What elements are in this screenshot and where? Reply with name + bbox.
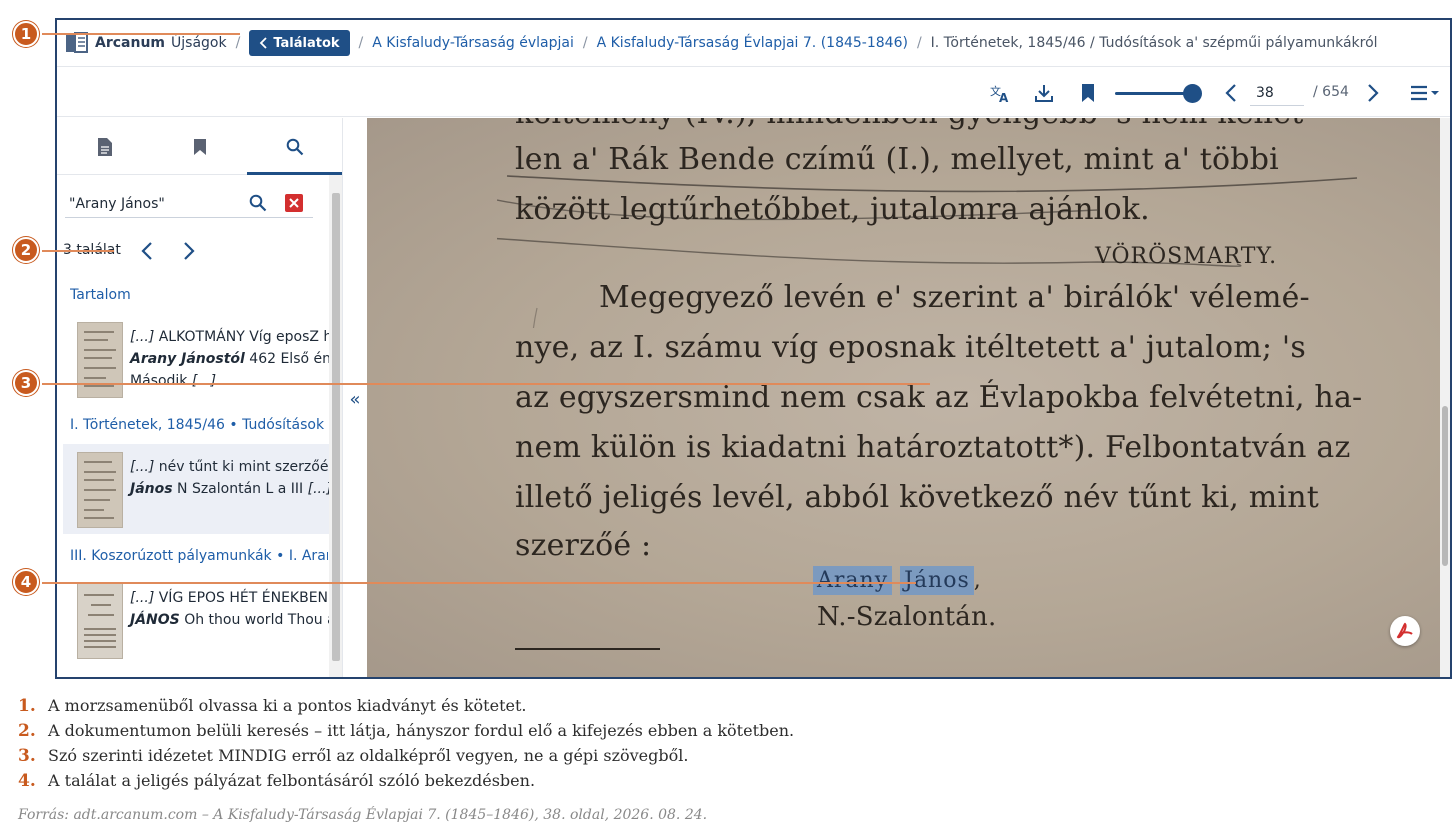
page-image-viewer[interactable]: költemény (IV.), mindenben gyengébb 's n… (367, 118, 1440, 677)
sidebar-tabs (57, 118, 342, 175)
bookmark-icon (193, 138, 206, 155)
chevron-left-icon (260, 37, 267, 49)
source-caption: Forrás: adt.arcanum.com – A Kisfaludy-Tá… (18, 807, 708, 823)
search-hit[interactable]: [...] VÍG EPOS HÉT ÉNEKBEN I JÁNOS Oh th… (63, 575, 329, 665)
page-thumbnail (77, 583, 123, 659)
sidebar-panel: 3 találat Tartalom [...] ALKOTMÁNY Víg e… (57, 118, 343, 677)
document-icon (97, 137, 112, 156)
footnote-rule (515, 648, 660, 650)
zoom-slider-handle[interactable] (1183, 84, 1203, 103)
prev-page-icon[interactable] (1219, 81, 1243, 105)
page-text-line: N.-Szalontán. (817, 602, 997, 632)
viewer-scrollbar[interactable] (1440, 118, 1450, 677)
callout-marker: 4 (13, 569, 39, 595)
callout-leader (42, 582, 916, 584)
menu-icon[interactable] (1407, 81, 1441, 105)
search-highlight: János (900, 566, 974, 595)
collapse-sidebar-button[interactable]: « (343, 118, 367, 677)
hit-snippet: [...] név tűnt ki mint szerzőé János N S… (130, 459, 329, 497)
pdf-icon (1396, 622, 1413, 639)
download-icon[interactable] (1032, 81, 1056, 105)
logo-text-light: Újságok (171, 35, 227, 51)
breadcrumb-separator: / (582, 35, 588, 51)
note-item: 3. Szó szerinti idézetet MINDIG erről az … (18, 746, 689, 766)
page-thumbnail (77, 322, 123, 398)
tab-contents[interactable] (57, 118, 152, 175)
close-icon (289, 198, 299, 208)
search-hit[interactable]: [...] ALKOTMÁNY Víg eposZ hé Arany János… (63, 314, 329, 404)
hit-snippet: [...] VÍG EPOS HÉT ÉNEKBEN I JÁNOS Oh th… (130, 590, 329, 628)
search-input[interactable] (69, 193, 239, 215)
bookmark-icon[interactable] (1076, 81, 1100, 105)
search-highlight: Arany (813, 566, 893, 595)
callout-leader (42, 33, 240, 35)
page-text-line: az egyszersmind nem csak az Évlapokba fe… (515, 380, 1363, 415)
translate-icon[interactable]: 文A (988, 81, 1012, 105)
page-total: / 654 (1313, 84, 1349, 100)
logo-text-bold: Arcanum (95, 35, 166, 51)
search-hit-selected[interactable]: [...] név tűnt ki mint szerzőé János N S… (63, 444, 329, 534)
sidebar-scrollbar-thumb[interactable] (332, 193, 340, 661)
page-signature: VÖRÖSMARTY. (1095, 244, 1278, 269)
page-text-line: nye, az I. számu víg eposnak itéltetett … (515, 330, 1306, 365)
callout-marker: 1 (13, 21, 39, 47)
page-text-line: között legtűrhetőbbet, jutalomra ajánlok… (515, 192, 1150, 227)
svg-text:A: A (999, 91, 1009, 104)
tab-bookmarks[interactable] (152, 118, 247, 175)
viewer-toolbar: 文A / 654 (57, 68, 1450, 117)
note-item: 1. A morzsamenüből olvassa ki a pontos ki… (18, 696, 527, 716)
breadcrumb-separator: / (235, 35, 241, 51)
callout-marker: 2 (13, 237, 39, 263)
search-field (65, 190, 313, 218)
highlighted-name: Arany János, (813, 566, 982, 595)
breadcrumb-item-volume[interactable]: A Kisfaludy-Társaság Évlapjai 7. (1845-1… (597, 35, 908, 51)
page-text-line: költemény (IV.), mindenben gyengébb 's n… (515, 118, 1304, 131)
result-group-label[interactable]: I. Történetek, 1845/46 • Tudósítások a (70, 417, 328, 433)
page-text-line: illető jeligés levél, abból következő né… (515, 480, 1319, 515)
note-item: 4. A találat a jeligés pályázat felbontás… (18, 771, 536, 791)
page-text-line: len a' Rák Bende czímű (I.), mellyet, mi… (515, 142, 1279, 177)
note-item: 2. A dokumentumon belüli keresés – itt lá… (18, 721, 795, 741)
callout-leader (42, 250, 114, 252)
page-text-line: Megegyező levén e' szerint a' birálók' v… (599, 280, 1310, 315)
tab-search[interactable] (247, 118, 342, 175)
page-number-input[interactable] (1250, 80, 1304, 106)
breadcrumb-item-article: I. Történetek, 1845/46 / Tudósítások a' … (930, 35, 1378, 51)
annotation-notes: 1. A morzsamenüből olvassa ki a pontos ki… (18, 696, 1438, 796)
arcanum-logo[interactable]: Arcanum Újságok (65, 32, 227, 54)
breadcrumb-item-series[interactable]: A Kisfaludy-Társaság évlapjai (372, 35, 574, 51)
back-to-results-button[interactable]: Találatok (249, 30, 350, 56)
page-text-line: nem külön is kiadatni határoztatott*). F… (515, 430, 1351, 465)
double-chevron-left-icon: « (349, 389, 361, 410)
callout-leader (42, 383, 930, 385)
viewer-scrollbar-thumb[interactable] (1442, 406, 1448, 566)
result-group-label[interactable]: Tartalom (70, 287, 328, 303)
page-text-line: szerzőé : (515, 528, 652, 563)
prev-result-icon[interactable] (137, 240, 157, 262)
breadcrumb-separator: / (358, 35, 364, 51)
newspaper-logo-icon (66, 32, 88, 53)
callout-marker: 3 (13, 370, 39, 396)
clear-search-button[interactable] (285, 194, 303, 212)
breadcrumb-separator: / (916, 35, 922, 51)
breadcrumb: Arcanum Újságok / Találatok / A Kisfalud… (57, 20, 1450, 67)
search-icon (286, 138, 303, 155)
next-result-icon[interactable] (179, 240, 199, 262)
page-thumbnail (77, 452, 123, 528)
sidebar-scrollbar[interactable] (329, 175, 342, 677)
back-button-label: Találatok (273, 35, 340, 51)
app-window: Arcanum Újságok / Találatok / A Kisfalud… (55, 18, 1452, 679)
next-page-icon[interactable] (1361, 81, 1385, 105)
pdf-download-button[interactable] (1390, 616, 1420, 646)
result-group-label[interactable]: III. Koszorúzott pályamunkák • I. Aran (70, 548, 328, 564)
search-icon[interactable] (249, 194, 267, 212)
